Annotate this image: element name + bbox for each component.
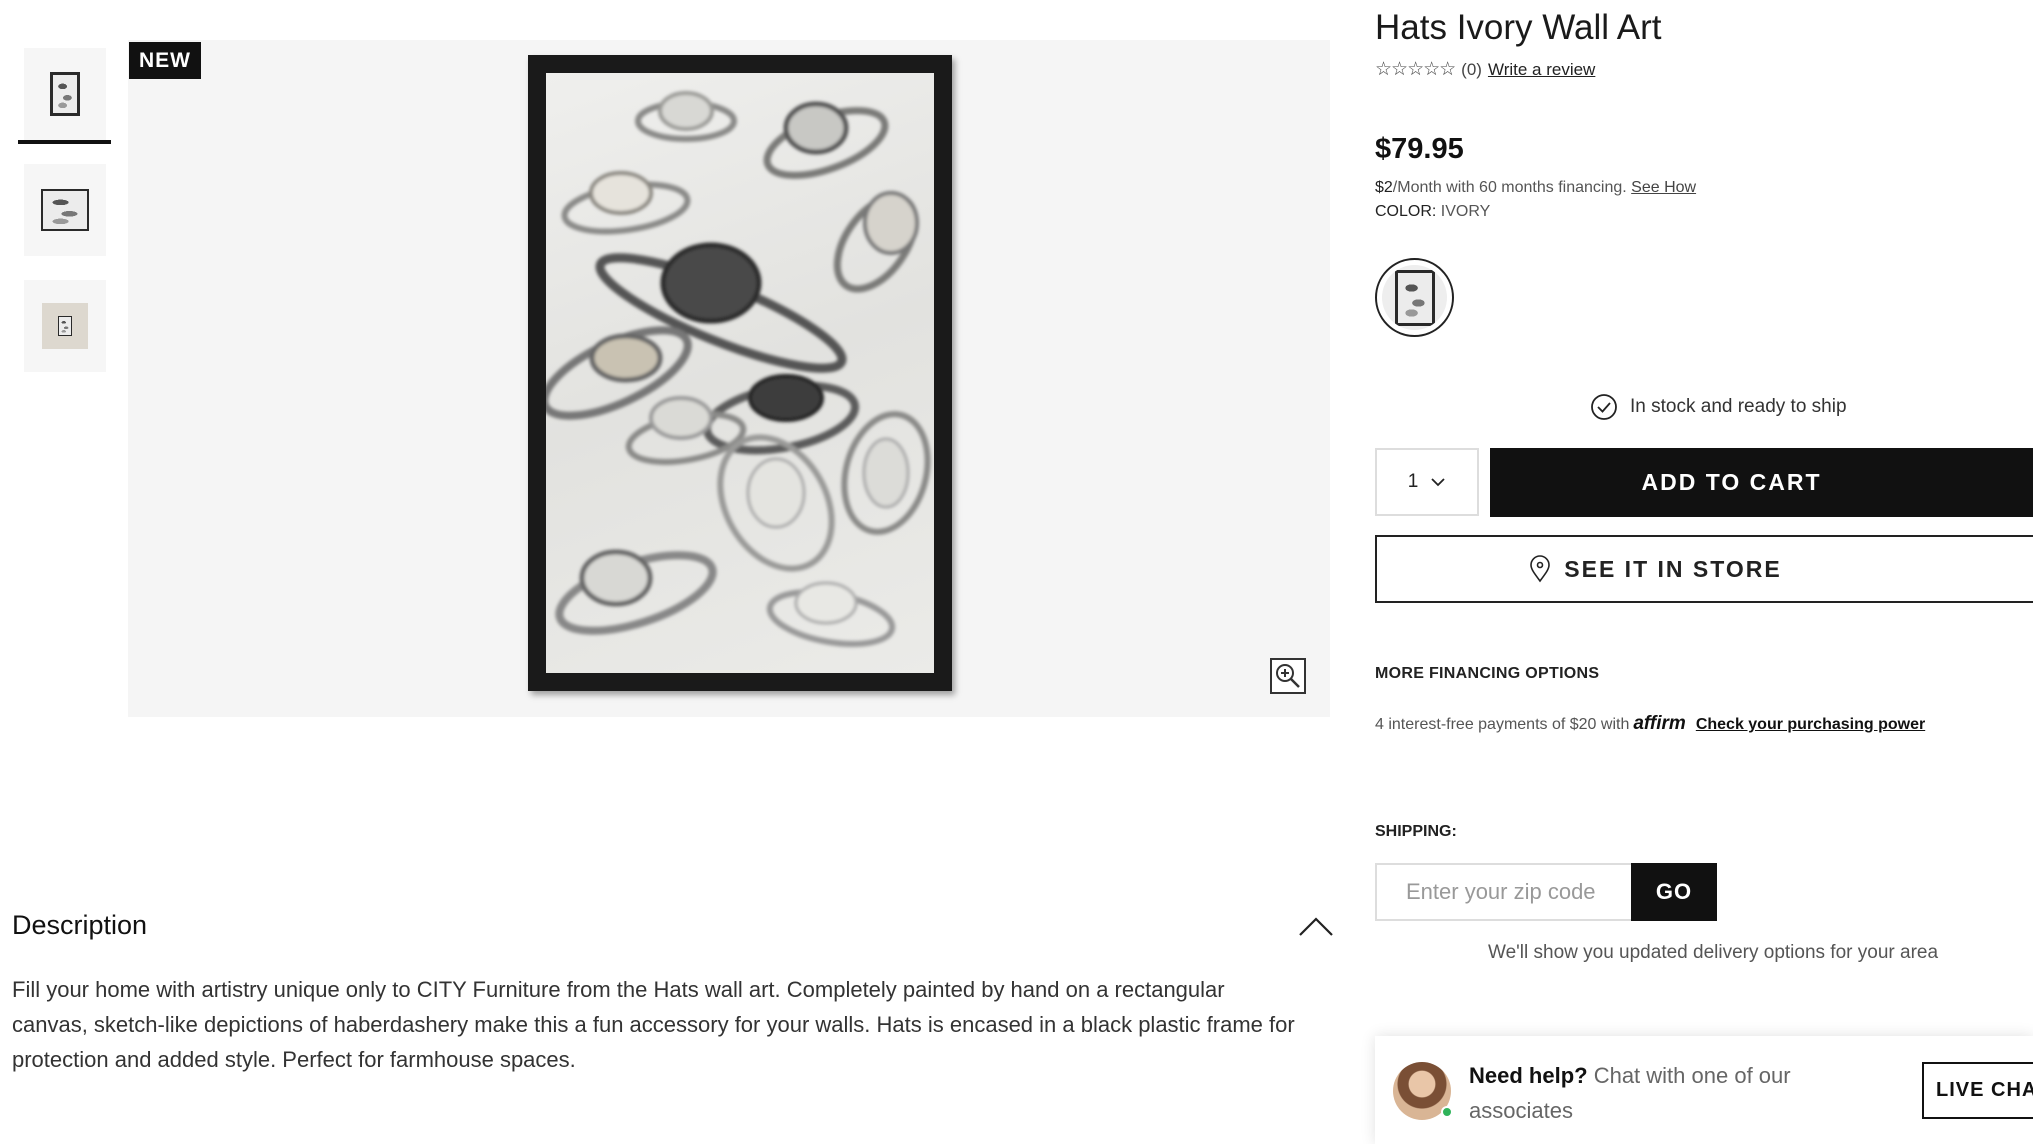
thumbnail-image bbox=[41, 189, 89, 231]
zoom-in-icon bbox=[1276, 664, 1300, 688]
shipping-label: SHIPPING: bbox=[1375, 823, 1457, 840]
thumbnail-image bbox=[50, 72, 80, 116]
chevron-down-icon bbox=[1431, 478, 1445, 487]
check-purchasing-power-link[interactable]: Check your purchasing power bbox=[1696, 716, 1925, 734]
color-label: COLOR: bbox=[1375, 203, 1437, 220]
affirm-logo: affirm bbox=[1633, 713, 1686, 734]
description-body: Fill your home with artistry unique only… bbox=[12, 977, 1295, 1072]
color-line: COLOR: IVORY bbox=[1375, 203, 1490, 221]
see-it-in-store-label: SEE IT IN STORE bbox=[1564, 555, 1782, 582]
affirm-line: 4 interest-free payments of $20 with aff… bbox=[1375, 713, 1925, 735]
write-review-link[interactable]: Write a review bbox=[1488, 60, 1595, 80]
rating-stars-icon: ☆☆☆☆☆ bbox=[1375, 59, 1456, 80]
financing-amount: $2 bbox=[1375, 179, 1393, 196]
rating-row: ☆☆☆☆☆ (0) Write a review bbox=[1375, 58, 1595, 81]
see-it-in-store-button[interactable]: SEE IT IN STORE bbox=[1375, 535, 2033, 603]
product-title: Hats Ivory Wall Art bbox=[1375, 8, 1662, 47]
quantity-select[interactable]: 1 bbox=[1375, 448, 1479, 516]
location-pin-icon bbox=[1530, 555, 1551, 583]
quantity-value: 1 bbox=[1407, 471, 1419, 492]
color-value: IVORY bbox=[1440, 203, 1491, 220]
affirm-text: 4 interest-free payments of $20 with bbox=[1375, 716, 1630, 733]
new-badge: NEW bbox=[129, 42, 201, 79]
stock-status-text: In stock and ready to ship bbox=[1630, 396, 1847, 417]
thumbnail-2[interactable] bbox=[24, 164, 106, 256]
wall-art-frame bbox=[528, 55, 952, 691]
online-status-indicator bbox=[1441, 1106, 1453, 1118]
more-financing-heading: MORE FINANCING OPTIONS bbox=[1375, 665, 1600, 682]
stock-status: In stock and ready to ship bbox=[1590, 393, 1847, 421]
financing-line: $2/Month with 60 months financing. See H… bbox=[1375, 179, 1696, 197]
zoom-button[interactable] bbox=[1270, 658, 1306, 694]
financing-text: /Month with 60 months financing. bbox=[1392, 179, 1627, 196]
rating-count: (0) bbox=[1461, 59, 1482, 79]
thumbnail-image bbox=[42, 303, 88, 349]
go-button[interactable]: GO bbox=[1631, 863, 1717, 921]
product-price: $79.95 bbox=[1375, 133, 1464, 165]
color-swatch-ivory[interactable] bbox=[1375, 258, 1454, 337]
zip-code-input[interactable] bbox=[1375, 863, 1631, 921]
chat-prompt: Need help? Chat with one of our associat… bbox=[1469, 1058, 1849, 1128]
hats-painting bbox=[546, 91, 931, 647]
chat-widget: Need help? Chat with one of our associat… bbox=[1375, 1036, 2033, 1144]
thumbnail-1[interactable] bbox=[24, 48, 106, 140]
add-to-cart-button[interactable]: ADD TO CART bbox=[1490, 448, 2033, 517]
description-heading: Description bbox=[12, 910, 148, 940]
selected-thumbnail-indicator bbox=[18, 140, 111, 144]
see-how-link[interactable]: See How bbox=[1631, 179, 1696, 196]
delivery-note: We'll show you updated delivery options … bbox=[1488, 942, 1939, 963]
chevron-up-icon[interactable] bbox=[1296, 907, 1336, 947]
check-circle-icon bbox=[1591, 394, 1617, 420]
live-chat-button[interactable]: LIVE CHAT bbox=[1922, 1062, 2033, 1119]
thumbnail-3[interactable] bbox=[24, 280, 106, 372]
swatch-image bbox=[1382, 265, 1447, 330]
need-help-text: Need help? bbox=[1469, 1063, 1588, 1088]
wall-art-canvas bbox=[546, 73, 934, 673]
